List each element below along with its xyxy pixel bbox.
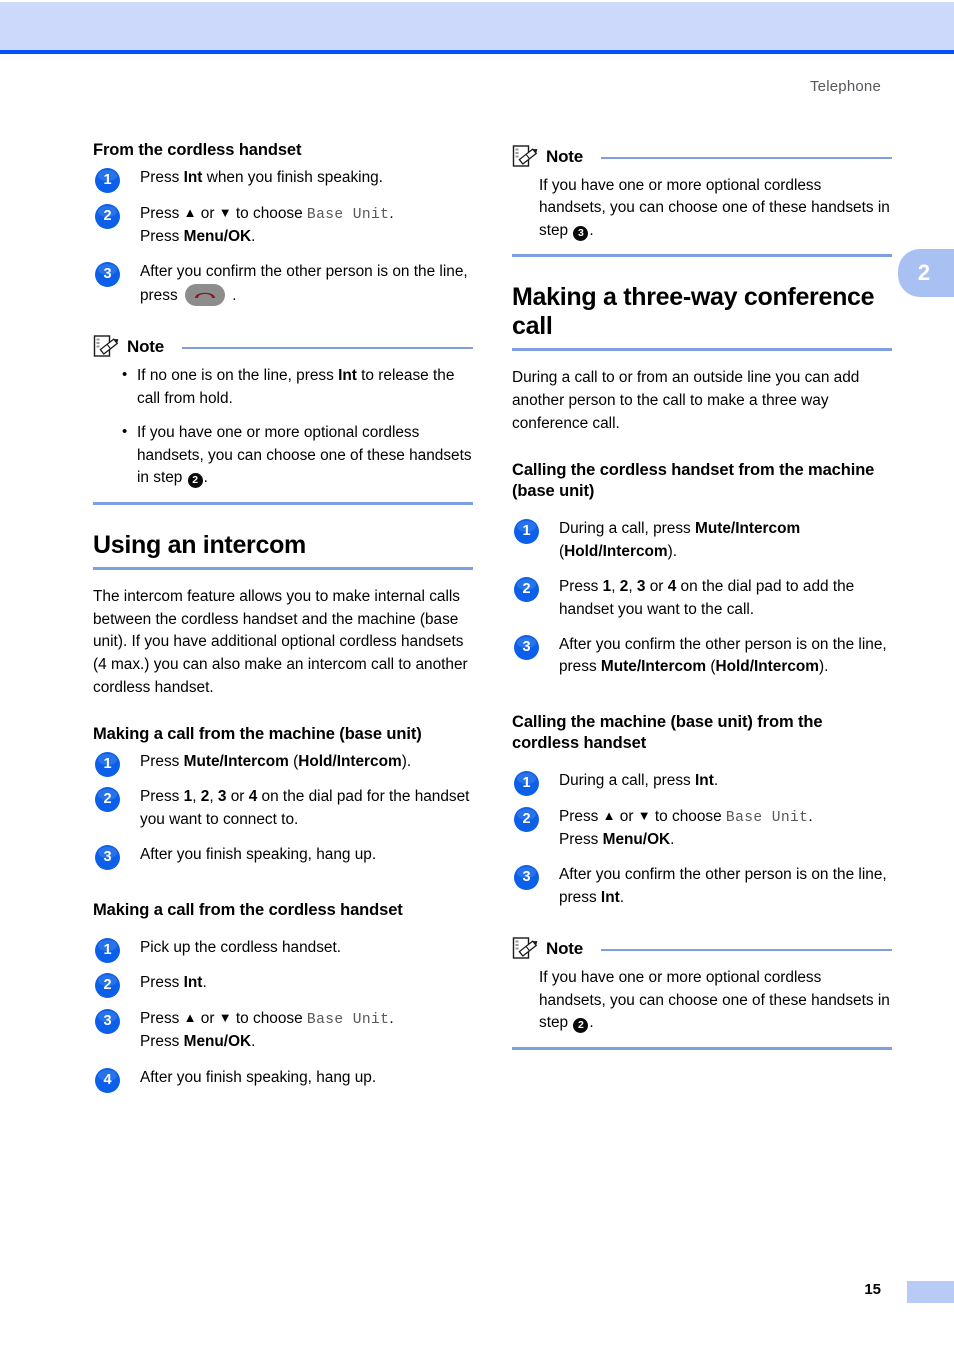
note-title: Note bbox=[546, 147, 583, 166]
section-paragraph: During a call to or from an outside line… bbox=[512, 369, 860, 433]
step-item: 2 Press Int. bbox=[93, 972, 473, 999]
page-number: 15 bbox=[864, 1281, 881, 1298]
heading-making-call-from-machine: Making a call from the machine (base uni… bbox=[93, 724, 422, 743]
step-number-badge: 2 bbox=[95, 787, 120, 813]
step-text: Press ▲ or ▼ to choose Base Unit. Press M… bbox=[559, 807, 813, 848]
step-item: 3 After you confirm the other person is … bbox=[93, 261, 473, 307]
step-item: 3 Press ▲ or ▼ to choose Base Unit. Press… bbox=[93, 1008, 473, 1054]
note-header: Note bbox=[93, 334, 473, 360]
right-column: Note If you have one or more optional co… bbox=[512, 140, 892, 1066]
step-item: 2 Press ▲ or ▼ to choose Base Unit. Press… bbox=[93, 203, 473, 249]
step-text: Press ▲ or ▼ to choose Base Unit. Press M… bbox=[140, 1009, 394, 1051]
step-item: 3 After you confirm the other person is … bbox=[512, 864, 892, 909]
section-heading-rule bbox=[512, 348, 892, 352]
note-bullet: If you have one or more optional cordles… bbox=[120, 421, 473, 489]
note-header: Note bbox=[512, 144, 892, 170]
step-number-badge: 1 bbox=[514, 519, 539, 545]
step-number-badge: 2 bbox=[95, 973, 120, 999]
step-item: 2 Press 1, 2, 3 or 4 on the dial pad for… bbox=[93, 786, 473, 831]
section-paragraph: The intercom feature allows you to make … bbox=[93, 587, 468, 696]
note-pencil-icon bbox=[512, 144, 538, 170]
heading-calling-cordless-from-machine: Calling the cordless handset from the ma… bbox=[512, 460, 875, 500]
chapter-thumb-tab: 2 bbox=[898, 249, 954, 297]
steps-calling-cordless: 1 During a call, press Mute/Intercom (Ho… bbox=[512, 518, 892, 679]
note-pencil-icon bbox=[512, 936, 538, 962]
step-text: During a call, press Int. bbox=[559, 772, 719, 790]
header-band bbox=[0, 2, 954, 50]
step-text: During a call, press Mute/Intercom (Hold… bbox=[559, 520, 801, 560]
step-number-badge: 3 bbox=[95, 845, 120, 871]
step-number-badge: 3 bbox=[514, 865, 539, 891]
step-text: After you confirm the other person is on… bbox=[559, 866, 887, 906]
heading-making-call-from-cordless: Making a call from the cordless handset bbox=[93, 900, 403, 919]
heading-calling-machine-from-cordless: Calling the machine (base unit) from the… bbox=[512, 712, 823, 753]
step-number-badge: 3 bbox=[95, 1008, 120, 1034]
step-number-badge: 2 bbox=[95, 203, 120, 229]
step-text: After you confirm the other person is on… bbox=[140, 263, 468, 306]
step-text: Press 1, 2, 3 or 4 on the dial pad for t… bbox=[140, 788, 470, 828]
note-bullet: If no one is on the line, press Int to r… bbox=[120, 364, 473, 410]
step-text: Press ▲ or ▼ to choose Base Unit. Press M… bbox=[140, 204, 394, 245]
section-heading-three-way-conference: Making a three-way conference call bbox=[512, 283, 875, 341]
note-header-rule bbox=[600, 157, 892, 159]
step-item: 1 During a call, press Mute/Intercom (Ho… bbox=[512, 518, 892, 563]
step-text: Press Int. bbox=[140, 974, 207, 992]
note-body: If you have one or more optional cordles… bbox=[512, 967, 892, 1034]
step-item: 3 After you finish speaking, hang up. bbox=[93, 844, 473, 871]
note-header: Note bbox=[512, 936, 892, 962]
step-number-badge: 1 bbox=[514, 771, 539, 797]
step-number-badge: 1 bbox=[95, 751, 120, 777]
note-pencil-icon bbox=[93, 334, 119, 360]
step-number-badge: 2 bbox=[514, 577, 539, 603]
step-item: 2 Press ▲ or ▼ to choose Base Unit. Press… bbox=[512, 806, 892, 852]
step-number-badge: 1 bbox=[95, 937, 120, 963]
step-number-badge: 2 bbox=[514, 806, 539, 832]
note-end-rule bbox=[93, 501, 473, 505]
step-text: Press Int when you finish speaking. bbox=[140, 169, 383, 187]
step-text: After you finish speaking, hang up. bbox=[140, 1068, 377, 1086]
step-number-badge: 3 bbox=[514, 635, 539, 660]
heading-from-cordless-handset: From the cordless handset bbox=[93, 141, 302, 159]
note-end-rule bbox=[512, 1046, 892, 1050]
note-header-rule bbox=[600, 949, 892, 952]
step-item: 4 After you finish speaking, hang up. bbox=[93, 1067, 473, 1093]
step-number-badge: 3 bbox=[95, 262, 120, 288]
note-box: Note If you have one or more optional co… bbox=[512, 936, 892, 1050]
step-item: 2 Press 1, 2, 3 or 4 on the dial pad to … bbox=[512, 576, 892, 621]
section-heading-using-an-intercom: Using an intercom bbox=[93, 530, 306, 559]
note-header-rule bbox=[181, 347, 473, 350]
step-item: 1 During a call, press Int. bbox=[512, 770, 892, 797]
footer-color-block bbox=[907, 1281, 954, 1303]
header-rule bbox=[0, 50, 954, 54]
step-number-badge: 1 bbox=[95, 168, 120, 194]
steps-call-from-machine: 1 Press Mute/Intercom (Hold/Intercom). 2… bbox=[93, 751, 473, 871]
step-text: After you finish speaking, hang up. bbox=[140, 846, 377, 864]
note-paragraph: If you have one or more optional cordles… bbox=[539, 177, 890, 241]
note-body: If no one is on the line, press Int to r… bbox=[93, 364, 473, 489]
section-heading-rule bbox=[93, 566, 473, 570]
note-bullet-list: If no one is on the line, press Int to r… bbox=[120, 364, 473, 489]
note-end-rule bbox=[512, 254, 892, 258]
steps-call-from-cordless: 1 Pick up the cordless handset. 2 Press … bbox=[93, 937, 473, 1093]
step-number-badge: 4 bbox=[95, 1067, 120, 1093]
note-title: Note bbox=[546, 939, 583, 959]
step-item: 1 Press Mute/Intercom (Hold/Intercom). bbox=[93, 751, 473, 777]
note-box: Note If no one is on the line, press Int… bbox=[93, 334, 473, 505]
note-body: If you have one or more optional cordles… bbox=[512, 175, 892, 242]
step-text: After you confirm the other person is on… bbox=[559, 636, 887, 676]
note-paragraph: If you have one or more optional cordles… bbox=[539, 969, 890, 1034]
running-head: Telephone bbox=[809, 78, 881, 95]
hangup-key-icon bbox=[184, 283, 225, 306]
steps-calling-machine: 1 During a call, press Int. 2 Press ▲ or… bbox=[512, 770, 892, 909]
step-item: 1 Pick up the cordless handset. bbox=[93, 937, 473, 963]
left-column: From the cordless handset 1 Press Int wh… bbox=[93, 140, 473, 1102]
note-box: Note If you have one or more optional co… bbox=[512, 144, 892, 258]
steps-from-cordless-handset: 1 Press Int when you finish speaking. 2 … bbox=[93, 167, 473, 307]
step-item: 1 Press Int when you finish speaking. bbox=[93, 167, 473, 194]
step-item: 3 After you confirm the other person is … bbox=[512, 634, 892, 679]
step-text: Press 1, 2, 3 or 4 on the dial pad to ad… bbox=[559, 578, 855, 618]
note-title: Note bbox=[127, 337, 164, 357]
step-text: Press Mute/Intercom (Hold/Intercom). bbox=[140, 752, 412, 770]
step-text: Pick up the cordless handset. bbox=[140, 938, 342, 956]
